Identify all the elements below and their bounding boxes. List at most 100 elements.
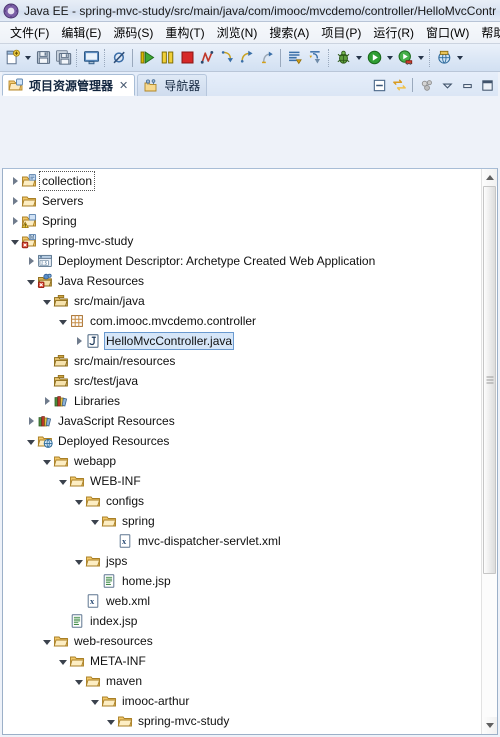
tab-navigator[interactable]: 导航器 bbox=[137, 74, 208, 96]
tree-row[interactable]: home.jsp bbox=[3, 571, 481, 591]
tree-row[interactable]: com.imooc.mvcdemo.controller bbox=[3, 311, 481, 331]
scroll-up-button[interactable] bbox=[482, 169, 497, 186]
tree-row[interactable]: Servers bbox=[3, 191, 481, 211]
twisty-expanded-icon[interactable] bbox=[89, 691, 101, 711]
run-external-tools-button[interactable] bbox=[395, 47, 415, 69]
tree-row[interactable]: 2.5 Deployment Descriptor: Archetype Cre… bbox=[3, 251, 481, 271]
minimize-view-button[interactable] bbox=[458, 76, 476, 94]
tree-row[interactable]: spring bbox=[3, 511, 481, 531]
tree-row[interactable]: configs bbox=[3, 491, 481, 511]
tree-row[interactable]: M spring-mvc-study bbox=[3, 231, 481, 251]
new-button[interactable] bbox=[2, 47, 22, 69]
twisty-expanded-icon[interactable] bbox=[73, 671, 85, 691]
twisty-expanded-icon[interactable] bbox=[73, 551, 85, 571]
twisty-expanded-icon[interactable] bbox=[41, 451, 53, 471]
maximize-view-button[interactable] bbox=[478, 76, 496, 94]
scrollbar-track[interactable] bbox=[482, 186, 497, 717]
terminate-button[interactable] bbox=[177, 47, 197, 69]
tree-row[interactable]: collection bbox=[3, 171, 481, 191]
tree-row[interactable]: Deployed Resources bbox=[3, 431, 481, 451]
view-menu-button[interactable] bbox=[438, 76, 456, 94]
twisty-collapsed-icon[interactable] bbox=[25, 251, 37, 271]
save-button[interactable] bbox=[33, 47, 53, 69]
tree-row[interactable]: src/main/resources bbox=[3, 351, 481, 371]
focus-active-task-button[interactable] bbox=[418, 76, 436, 94]
twisty-expanded-icon[interactable] bbox=[41, 291, 53, 311]
open-console-button[interactable] bbox=[81, 47, 101, 69]
run-button[interactable] bbox=[364, 47, 384, 69]
twisty-expanded-icon[interactable] bbox=[57, 471, 69, 491]
menu-file[interactable]: 文件(F) bbox=[4, 22, 55, 43]
menu-search[interactable]: 搜索(A) bbox=[263, 22, 315, 43]
tree-row[interactable]: JavaScript Resources bbox=[3, 411, 481, 431]
twisty-expanded-icon[interactable] bbox=[57, 651, 69, 671]
twisty-expanded-icon[interactable] bbox=[105, 711, 117, 731]
scroll-down-button[interactable] bbox=[482, 717, 497, 734]
new-dropdown[interactable] bbox=[22, 47, 33, 69]
menu-refactor[interactable]: 重构(T) bbox=[159, 22, 210, 43]
debug-button[interactable] bbox=[333, 47, 353, 69]
vertical-scrollbar[interactable] bbox=[481, 169, 497, 734]
step-over-button[interactable] bbox=[237, 47, 257, 69]
menu-help[interactable]: 帮助(H) bbox=[475, 22, 500, 43]
next-annotation-button[interactable] bbox=[285, 47, 305, 69]
tree-row[interactable]: src/main/java bbox=[3, 291, 481, 311]
close-icon[interactable]: ✕ bbox=[119, 79, 128, 92]
tree-row[interactable]: jsps bbox=[3, 551, 481, 571]
tree-row[interactable]: web-resources bbox=[3, 631, 481, 651]
twisty-expanded-icon[interactable] bbox=[41, 631, 53, 651]
tree-row[interactable]: imooc-arthur bbox=[3, 691, 481, 711]
twisty-collapsed-icon[interactable] bbox=[41, 391, 53, 411]
collapse-all-button[interactable] bbox=[370, 76, 388, 94]
twisty-collapsed-icon[interactable] bbox=[25, 411, 37, 431]
tree-row[interactable]: Libraries bbox=[3, 391, 481, 411]
tree-row[interactable]: META-INF bbox=[3, 651, 481, 671]
twisty-collapsed-icon[interactable] bbox=[73, 331, 85, 351]
tree-row[interactable]: WEB-INF bbox=[3, 471, 481, 491]
tree-row[interactable]: Spring bbox=[3, 211, 481, 231]
twisty-expanded-icon[interactable] bbox=[89, 511, 101, 531]
twisty-expanded-icon[interactable] bbox=[9, 231, 21, 251]
tree-row[interactable]: HelloMvcController.java bbox=[3, 331, 481, 351]
tab-project-explorer[interactable]: 项目资源管理器 ✕ bbox=[2, 74, 136, 96]
menu-window[interactable]: 窗口(W) bbox=[420, 22, 475, 43]
menu-run[interactable]: 运行(R) bbox=[367, 22, 420, 43]
tree-row[interactable]: maven bbox=[3, 671, 481, 691]
menu-project[interactable]: 项目(P) bbox=[315, 22, 367, 43]
twisty-collapsed-icon[interactable] bbox=[9, 211, 21, 231]
twisty-expanded-icon[interactable] bbox=[25, 271, 37, 291]
tree-row[interactable]: webapp bbox=[3, 451, 481, 471]
twisty-expanded-icon[interactable] bbox=[25, 431, 37, 451]
previous-annotation-button[interactable] bbox=[305, 47, 325, 69]
menu-edit[interactable]: 编辑(E) bbox=[55, 22, 107, 43]
twisty-collapsed-icon[interactable] bbox=[9, 191, 21, 211]
tree-row[interactable]: src/test/java bbox=[3, 371, 481, 391]
resume-button[interactable] bbox=[137, 47, 157, 69]
save-all-button[interactable] bbox=[53, 47, 73, 69]
toggle-breakpoint-button[interactable] bbox=[109, 47, 129, 69]
web-browser-dropdown[interactable] bbox=[454, 47, 465, 69]
tree-row[interactable]: spring-mvc-study bbox=[3, 711, 481, 731]
tree-row[interactable]: pom.properties bbox=[3, 731, 481, 734]
scrollbar-thumb[interactable] bbox=[483, 186, 496, 574]
link-with-editor-button[interactable] bbox=[390, 76, 408, 94]
twisty-collapsed-icon[interactable] bbox=[9, 171, 21, 191]
step-return-button[interactable] bbox=[257, 47, 277, 69]
run-dropdown[interactable] bbox=[384, 47, 395, 69]
step-into-button[interactable] bbox=[217, 47, 237, 69]
debug-dropdown[interactable] bbox=[353, 47, 364, 69]
tree-row[interactable]: x mvc-dispatcher-servlet.xml bbox=[3, 531, 481, 551]
external-tools-dropdown[interactable] bbox=[415, 47, 426, 69]
toolbar-separator bbox=[280, 48, 282, 67]
disconnect-button[interactable] bbox=[197, 47, 217, 69]
twisty-expanded-icon[interactable] bbox=[73, 491, 85, 511]
project-explorer-tree[interactable]: collection Servers Spring M spring-mvc-s… bbox=[3, 169, 481, 734]
menu-source[interactable]: 源码(S) bbox=[107, 22, 159, 43]
tree-row[interactable]: Java Resources bbox=[3, 271, 481, 291]
tree-row[interactable]: x web.xml bbox=[3, 591, 481, 611]
tree-row[interactable]: index.jsp bbox=[3, 611, 481, 631]
twisty-expanded-icon[interactable] bbox=[57, 311, 69, 331]
suspend-button[interactable] bbox=[157, 47, 177, 69]
menu-navigate[interactable]: 浏览(N) bbox=[211, 22, 264, 43]
open-web-browser-button[interactable] bbox=[434, 47, 454, 69]
